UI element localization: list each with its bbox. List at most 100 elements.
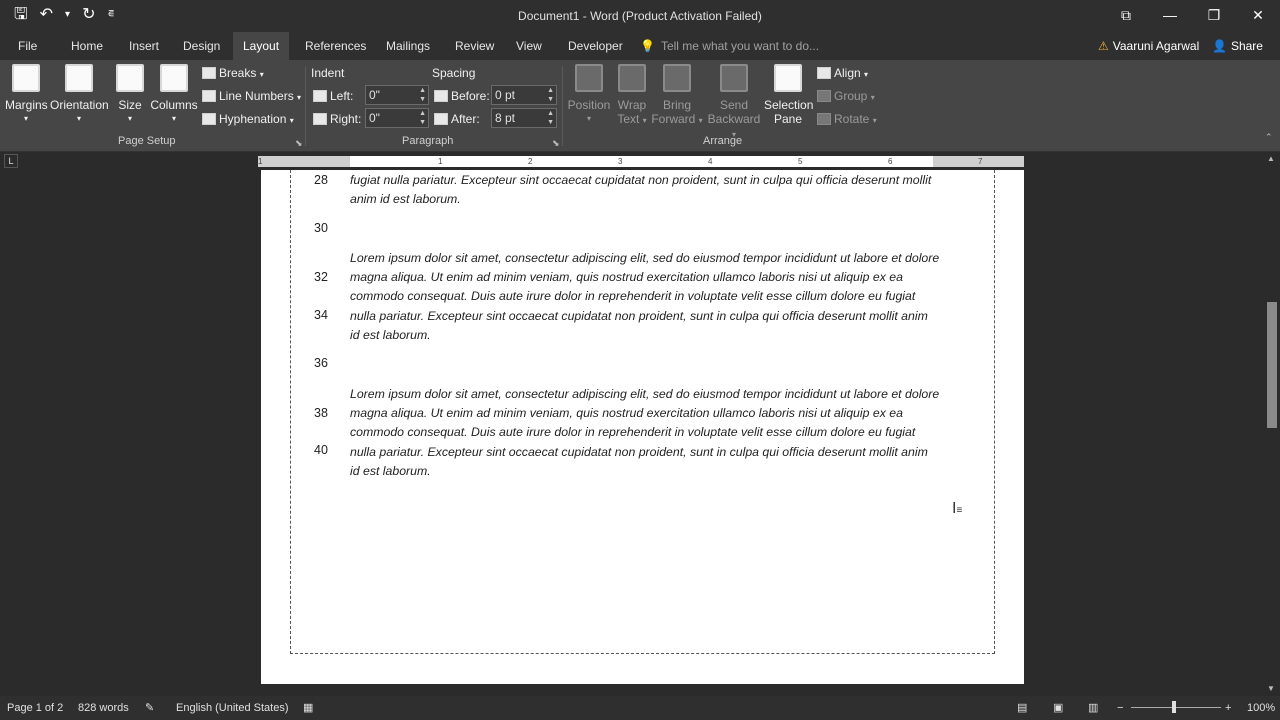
tab-file[interactable]: File (8, 32, 47, 60)
scroll-thumb[interactable] (1267, 302, 1277, 428)
zoom-slider[interactable] (1131, 707, 1221, 708)
selection-pane-button[interactable]: Selection Pane (764, 64, 813, 126)
ruler-number: 5 (798, 157, 803, 166)
group-button[interactable]: Group ▾ (817, 89, 875, 103)
spinner-icon[interactable]: ▲ ▼ (547, 86, 554, 104)
spacing-after-field[interactable]: 8 pt ▲ ▼ (491, 108, 557, 128)
divider (305, 66, 306, 146)
paragraph[interactable]: Lorem ipsum dolor sit amet, consectetur … (350, 249, 940, 345)
read-mode-icon[interactable]: ▤ (1017, 696, 1027, 720)
breaks-button[interactable]: Breaks ▾ (202, 66, 264, 80)
send-backward-button[interactable]: Send Backward ▾ (705, 64, 763, 140)
paragraph[interactable]: fugiat nulla pariatur. Excepteur sint oc… (350, 171, 940, 209)
paragraph[interactable]: Lorem ipsum dolor sit amet, consectetur … (350, 385, 940, 481)
chevron-down-icon: ▾ (171, 114, 176, 123)
print-layout-icon[interactable]: ▣ (1053, 696, 1063, 720)
person-icon: 👤 (1212, 39, 1227, 53)
ruler-number: 4 (708, 157, 713, 166)
proofing-icon[interactable]: ✎ (145, 696, 154, 720)
scroll-up-icon[interactable]: ▲ (1267, 154, 1275, 163)
spinner-icon[interactable]: ▲ ▼ (419, 109, 426, 127)
wrap-text-icon (618, 64, 646, 92)
scroll-down-icon[interactable]: ▼ (1267, 684, 1275, 693)
tab-selector-icon[interactable]: L (4, 154, 18, 168)
language[interactable]: English (United States) (176, 696, 289, 720)
margins-button[interactable]: Margins ▾ (5, 64, 48, 123)
indent-left-field[interactable]: 0" ▲ ▼ (365, 85, 429, 105)
tab-layout[interactable]: Layout (233, 32, 290, 60)
tab-references[interactable]: References (295, 32, 376, 60)
position-button[interactable]: Position ▾ (566, 64, 612, 123)
tab-review[interactable]: Review (445, 32, 504, 60)
tell-me-search[interactable]: 💡 Tell me what you want to do... (640, 32, 819, 60)
ribbon-layout: Margins ▾ Orientation ▾ Size ▾ Columns ▾ Bre… (0, 60, 1280, 152)
rotate-button[interactable]: Rotate ▾ (817, 112, 877, 126)
word-count[interactable]: 828 words (78, 696, 129, 720)
line-number: 40 (314, 443, 328, 457)
page-count[interactable]: Page 1 of 2 (7, 696, 63, 720)
bring-forward-icon (663, 64, 691, 92)
tab-mailings[interactable]: Mailings (376, 32, 440, 60)
orientation-icon (65, 64, 93, 92)
line-number: 28 (314, 173, 328, 187)
ribbon-tabs: File Home Insert Design Layout Reference… (0, 32, 1280, 60)
zoom-level[interactable]: 100% (1247, 696, 1275, 720)
spinner-icon[interactable]: ▲ ▼ (547, 109, 554, 127)
chevron-down-icon: ▾ (76, 114, 81, 123)
group-icon (817, 90, 831, 102)
spacing-after-icon (434, 113, 448, 125)
zoom-out-button[interactable]: − (1117, 696, 1123, 720)
group-label-page-setup: Page Setup (118, 135, 176, 147)
line-number: 38 (314, 406, 328, 420)
horizontal-ruler[interactable]: 1 1 2 3 4 5 6 7 (258, 156, 1024, 167)
vertical-scrollbar[interactable]: ▲ ▼ (1264, 152, 1280, 696)
chevron-down-icon: ▾ (23, 114, 28, 123)
ruler-number: 7 (978, 157, 983, 166)
restore-button[interactable]: ❐ (1192, 0, 1236, 32)
orientation-button[interactable]: Orientation ▾ (50, 64, 109, 123)
chevron-down-icon: ▾ (127, 114, 132, 123)
columns-icon (160, 64, 188, 92)
user-account[interactable]: ⚠ Vaaruni Agarwal (1098, 32, 1199, 60)
macro-record-icon[interactable]: ▦ (303, 696, 313, 720)
group-label-arrange: Arrange (703, 135, 743, 147)
size-button[interactable]: Size ▾ (114, 64, 146, 123)
spacing-before-field[interactable]: 0 pt ▲ ▼ (491, 85, 557, 105)
tab-insert[interactable]: Insert (119, 32, 169, 60)
ruler-row: L 1 1 2 3 4 5 6 7 (0, 152, 1280, 170)
bring-forward-button[interactable]: Bring Forward ▾ (651, 64, 703, 126)
tab-design[interactable]: Design (173, 32, 230, 60)
spacing-before-label: Before: (434, 89, 490, 103)
align-button[interactable]: Align ▾ (817, 66, 868, 80)
zoom-in-button[interactable]: + (1225, 696, 1231, 720)
indent-right-field[interactable]: 0" ▲ ▼ (365, 108, 429, 128)
share-button[interactable]: 👤 Share (1212, 32, 1263, 60)
tab-view[interactable]: View (506, 32, 552, 60)
ruler-number: 6 (888, 157, 893, 166)
hyphenation-button[interactable]: Hyphenation ▾ (202, 112, 294, 126)
divider (562, 66, 563, 146)
indent-left-label: Left: (313, 89, 353, 103)
document-area: 28 30 32 34 36 38 40 fugiat nulla pariat… (0, 170, 1264, 696)
indent-right-label: Right: (313, 112, 361, 126)
tab-home[interactable]: Home (61, 32, 113, 60)
zoom-slider-thumb[interactable] (1172, 701, 1176, 713)
document-page[interactable]: 28 30 32 34 36 38 40 fugiat nulla pariat… (261, 170, 1024, 684)
window-title: Document1 - Word (Product Activation Fai… (518, 9, 762, 23)
ribbon-display-options-button[interactable]: ⧉ (1104, 0, 1148, 32)
paragraph-launcher-icon[interactable]: ⬊ (552, 138, 560, 149)
ruler-number: 3 (618, 157, 623, 166)
web-layout-icon[interactable]: ▥ (1088, 696, 1098, 720)
wrap-text-button[interactable]: Wrap Text ▾ (614, 64, 650, 126)
collapse-ribbon-icon[interactable]: ⌃ (1265, 132, 1273, 143)
close-button[interactable]: ✕ (1236, 0, 1280, 32)
tab-developer[interactable]: Developer (558, 32, 633, 60)
indent-left-icon (313, 90, 327, 102)
page-setup-launcher-icon[interactable]: ⬊ (295, 138, 303, 149)
line-number: 34 (314, 308, 328, 322)
spinner-icon[interactable]: ▲ ▼ (419, 86, 426, 104)
line-numbers-button[interactable]: Line Numbers ▾ (202, 89, 301, 103)
minimize-button[interactable]: — (1148, 0, 1192, 32)
group-label-paragraph: Paragraph (402, 135, 454, 147)
columns-button[interactable]: Columns ▾ (150, 64, 198, 123)
